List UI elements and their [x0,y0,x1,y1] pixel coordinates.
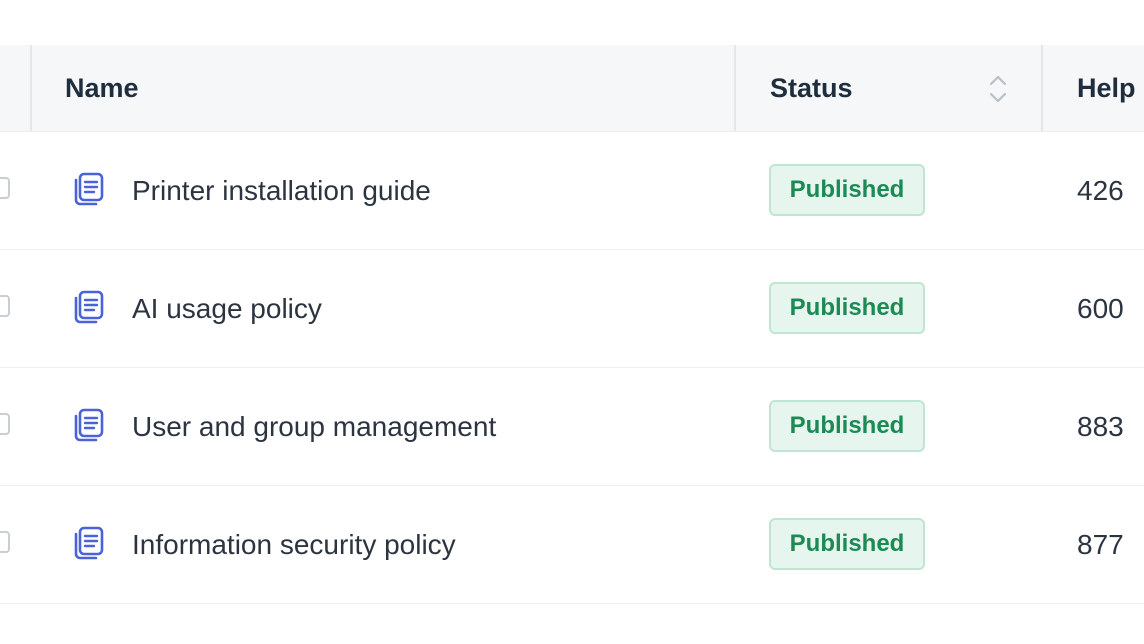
article-name[interactable]: Printer installation guide [132,132,431,249]
status-badge: Published [769,518,925,570]
table-header: Name Status Help [0,45,1144,132]
table-row[interactable]: User and group management Published 883 [0,368,1144,486]
sort-updown-icon[interactable] [987,72,1009,106]
column-divider[interactable] [30,45,32,131]
column-divider[interactable] [1041,45,1043,131]
column-header-status[interactable]: Status [770,45,853,131]
row-checkbox[interactable] [0,295,10,317]
helpful-count: 426 [1077,175,1124,206]
column-divider[interactable] [734,45,736,131]
document-icon [74,172,104,206]
document-icon [74,290,104,324]
helpful-count: 877 [1077,529,1124,560]
column-header-name[interactable]: Name [65,45,139,131]
document-icon [74,408,104,442]
row-checkbox[interactable] [0,531,10,553]
article-name[interactable]: Information security policy [132,486,456,603]
column-header-helpful[interactable]: Help [1077,45,1136,131]
helpful-count: 600 [1077,293,1124,324]
status-badge: Published [769,282,925,334]
table-row[interactable]: Printer installation guide Published 426 [0,132,1144,250]
status-badge: Published [769,400,925,452]
table-row[interactable]: AI usage policy Published 600 [0,250,1144,368]
helpful-count: 883 [1077,411,1124,442]
articles-table: Name Status Help Printer installation gu… [0,45,1144,604]
article-name[interactable]: AI usage policy [132,250,322,367]
status-badge: Published [769,164,925,216]
table-row[interactable]: Information security policy Published 87… [0,486,1144,604]
document-icon [74,526,104,560]
article-name[interactable]: User and group management [132,368,496,485]
row-checkbox[interactable] [0,177,10,199]
row-checkbox[interactable] [0,413,10,435]
